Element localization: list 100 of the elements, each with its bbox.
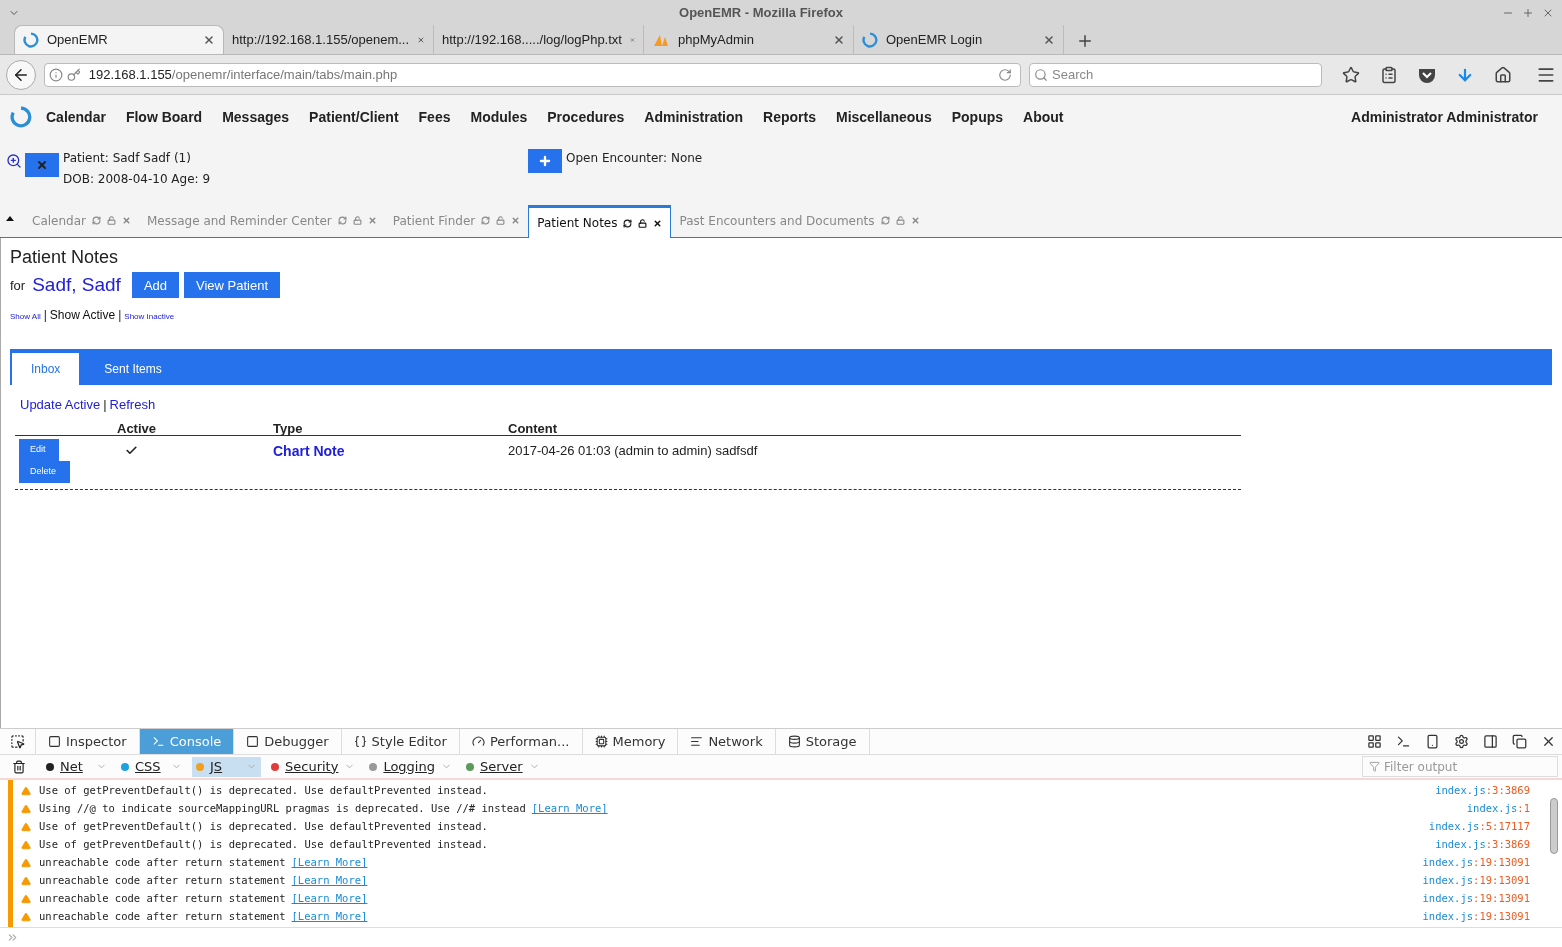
menu-item[interactable]: Patient/Client: [309, 106, 399, 128]
console-filter[interactable]: Server: [461, 756, 544, 777]
patient-link[interactable]: Sadf, Sadf: [32, 271, 121, 300]
menu-item[interactable]: Calendar: [46, 106, 106, 128]
reading-list-icon[interactable]: [1380, 65, 1398, 84]
address-bar[interactable]: 192.168.1.155/openemr/interface/main/tabs/main.php: [43, 62, 1022, 87]
menu-item[interactable]: Popups: [951, 106, 1004, 128]
separate-window-icon[interactable]: [1512, 734, 1527, 749]
menu-item[interactable]: Messages: [222, 106, 290, 128]
close-tab-icon[interactable]: [833, 33, 845, 46]
devtools-tab[interactable]: Performan...: [459, 729, 583, 754]
close-icon[interactable]: [653, 218, 663, 228]
close-icon[interactable]: [1541, 734, 1556, 749]
plus-icon: [538, 154, 553, 168]
unlock-icon[interactable]: [638, 218, 648, 228]
menu-item[interactable]: Administration: [644, 106, 744, 128]
key-icon[interactable]: [66, 67, 81, 82]
devtools-tab[interactable]: Debugger: [234, 729, 342, 754]
menu-item[interactable]: Miscellaneous: [836, 106, 932, 128]
devtools-tab[interactable]: Memory: [582, 729, 679, 754]
active-checkbox[interactable]: [125, 444, 138, 457]
separator: |: [118, 306, 122, 324]
tab-title: phpMyAdmin: [678, 30, 755, 49]
dock-side-icon[interactable]: [1483, 734, 1498, 749]
warning-icon: [21, 912, 31, 922]
source-link[interactable]: index.js:19:13091: [1422, 855, 1530, 871]
reload-icon[interactable]: [998, 67, 1013, 82]
search-icon: [1034, 67, 1049, 82]
close-patient-button[interactable]: [25, 153, 59, 177]
responsive-icon[interactable]: [1425, 734, 1440, 749]
bookmark-star-icon[interactable]: [1342, 65, 1360, 84]
menu-item[interactable]: Procedures: [547, 106, 625, 128]
source-link[interactable]: index.js:1: [1466, 801, 1530, 817]
app-tab[interactable]: Patient Notes: [528, 205, 672, 238]
user-name[interactable]: Administrator Administrator: [1351, 106, 1538, 128]
menu-item[interactable]: Fees: [418, 106, 451, 128]
source-link[interactable]: index.js:19:13091: [1422, 873, 1530, 889]
ring-logo-icon: [23, 32, 39, 48]
search-field[interactable]: Search: [1029, 62, 1322, 87]
browser-tab[interactable]: http://192.168.1.155/openem...: [224, 25, 434, 54]
scrollbar[interactable]: [1550, 798, 1558, 854]
console-icon: [151, 735, 165, 748]
action-button[interactable]: View Patient: [184, 272, 281, 299]
pocket-icon[interactable]: [1418, 66, 1436, 83]
note-content: 2017-04-26 01:03 (admin to admin) sadfsdf: [508, 442, 758, 460]
warning-icon: [21, 786, 31, 796]
settings-icon[interactable]: [1454, 734, 1469, 749]
close-tab-icon[interactable]: [203, 34, 215, 46]
menu-item[interactable]: About: [1023, 106, 1064, 128]
learn-more-link[interactable]: [Learn More]: [291, 891, 368, 907]
new-encounter-button[interactable]: [528, 149, 563, 173]
browser-tab[interactable]: OpenEMR Login: [854, 25, 1064, 54]
pick-element-icon[interactable]: [10, 734, 25, 749]
action-link[interactable]: Refresh: [109, 394, 156, 414]
devtools-tab[interactable]: Style Editor: [341, 729, 460, 754]
devtools-tab[interactable]: Inspector: [36, 729, 140, 754]
refresh-icon[interactable]: [623, 218, 633, 228]
row-button[interactable]: Delete: [19, 461, 70, 483]
console-filter[interactable]: Security: [267, 756, 360, 777]
notes-tab[interactable]: Sent Items: [85, 352, 181, 385]
home-icon[interactable]: [1494, 65, 1512, 84]
action-button[interactable]: Add: [131, 272, 180, 299]
learn-more-link[interactable]: [Learn More]: [291, 909, 368, 925]
clear-console-icon[interactable]: [12, 759, 26, 774]
collapse-caret-icon[interactable]: [6, 216, 14, 221]
learn-more-link[interactable]: [Learn More]: [531, 801, 608, 817]
close-tab-icon[interactable]: [1043, 33, 1055, 46]
row-button[interactable]: Edit: [19, 439, 59, 461]
menu-item[interactable]: Flow Board: [125, 106, 203, 128]
source-link[interactable]: index.js:5:17117: [1428, 819, 1530, 835]
warning-icon: [21, 822, 31, 832]
console-filter[interactable]: Logging: [365, 756, 456, 777]
maximize-icon[interactable]: [1522, 6, 1534, 19]
notes-tab[interactable]: Inbox: [12, 352, 80, 385]
browser-tab[interactable]: phpMyAdmin: [644, 25, 854, 54]
note-type-link[interactable]: Chart Note: [273, 439, 508, 483]
filter-link[interactable]: Show Inactive: [124, 310, 175, 323]
learn-more-link[interactable]: [Learn More]: [291, 855, 368, 871]
menu-item[interactable]: Modules: [470, 106, 528, 128]
menu-item[interactable]: Reports: [763, 106, 816, 128]
split-console-icon[interactable]: [1396, 734, 1411, 749]
devtools-tab[interactable]: Storage: [775, 729, 870, 754]
layout-icon[interactable]: [1367, 734, 1382, 749]
info-icon[interactable]: [48, 67, 63, 82]
console-filter[interactable]: CSS: [117, 756, 186, 777]
action-link[interactable]: Update Active: [20, 394, 101, 414]
back-button[interactable]: [6, 59, 36, 90]
filter-link[interactable]: Show All: [10, 310, 41, 323]
filter-link[interactable]: Show Active: [49, 305, 116, 324]
source-link[interactable]: index.js:3:3869: [1435, 837, 1530, 853]
browser-tab[interactable]: OpenEMR: [14, 25, 224, 54]
devtools-tab[interactable]: Network: [678, 729, 776, 754]
source-link[interactable]: index.js:19:13091: [1422, 909, 1530, 925]
browser-tab[interactable]: http://192.168...../log/logPhp.txt: [434, 25, 644, 54]
learn-more-link[interactable]: [Learn More]: [291, 873, 368, 889]
new-tab-icon[interactable]: [1076, 32, 1094, 50]
source-link[interactable]: index.js:3:3869: [1435, 783, 1530, 799]
console-filter[interactable]: JS: [192, 756, 261, 777]
console-filter[interactable]: Net: [42, 756, 111, 777]
source-link[interactable]: index.js:19:13091: [1422, 891, 1530, 907]
